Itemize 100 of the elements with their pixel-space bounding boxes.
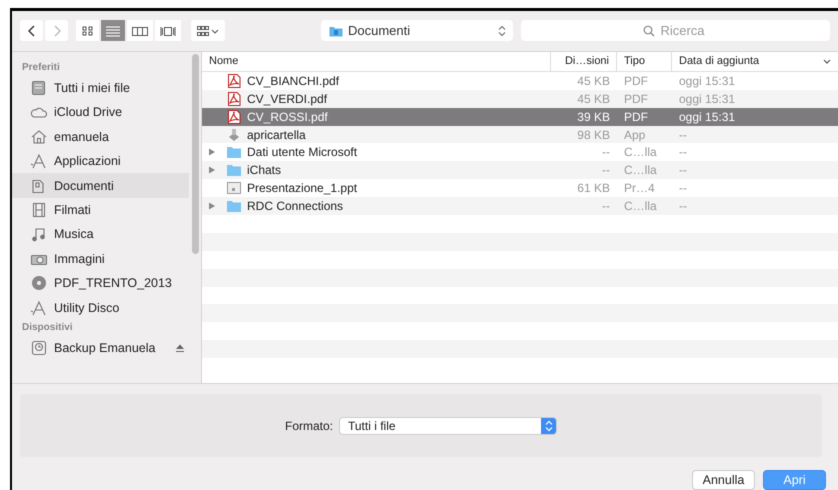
film-icon <box>30 202 48 218</box>
view-mode-button[interactable] <box>127 20 153 42</box>
file-name: RDC Connections <box>247 199 344 214</box>
column-header[interactable]: Nome <box>202 52 551 71</box>
section-header: Dispositivi <box>21 320 74 335</box>
file-row[interactable]: CV_VERDI.pdf 45 KB PDF oggi 15:31 <box>202 90 838 108</box>
date-cell-text: oggi 15:31 <box>678 110 736 124</box>
type-cell-text: App <box>623 128 646 142</box>
grid-icon <box>80 24 94 37</box>
compass-icon <box>30 300 48 316</box>
search-field[interactable]: Ricerca <box>521 20 830 42</box>
pdf-file-icon <box>226 108 242 125</box>
file-row[interactable]: apricartella 98 KB App -- <box>202 126 838 144</box>
type-cell-text: PDF <box>623 110 649 124</box>
disclosure-triangle-icon[interactable] <box>208 166 216 174</box>
file-name: iChats <box>247 163 282 178</box>
list-icon <box>105 24 121 37</box>
chevron-down-icon[interactable] <box>822 58 832 66</box>
view-mode-button[interactable] <box>101 20 125 42</box>
file-name: apricartella <box>247 128 306 142</box>
column-header[interactable]: Tipo <box>617 52 672 71</box>
house-icon <box>30 128 48 145</box>
type-cell-text: PDF <box>623 92 649 106</box>
size-cell-text: 61 KB <box>576 181 611 196</box>
format-popup[interactable]: Tutti i file <box>339 416 557 434</box>
disc-icon <box>30 275 48 292</box>
music-note-icon <box>30 226 48 242</box>
date-cell-text: oggi 15:31 <box>678 92 736 106</box>
sidebar-item[interactable]: Documenti <box>12 173 189 198</box>
date-cell-text: -- <box>678 181 688 196</box>
sidebar-item[interactable]: Backup Emanuela <box>12 336 189 360</box>
sidebar-item[interactable]: Tutti i miei file <box>12 76 189 100</box>
file-row[interactable]: CV_ROSSI.pdf 39 KB PDF oggi 15:31 <box>202 108 838 126</box>
columns-icon <box>131 24 149 37</box>
sidebar-item[interactable]: Applicazioni <box>12 149 189 174</box>
size-cell-text: -- <box>601 199 611 214</box>
file-row[interactable]: RDC Connections -- C…lla -- <box>202 197 838 216</box>
eject-icon[interactable] <box>175 342 185 353</box>
arrange-button[interactable] <box>191 20 225 42</box>
pdf-file-icon <box>226 72 242 89</box>
disclosure-triangle-icon[interactable] <box>208 202 216 210</box>
updown-arrows-icon <box>498 24 506 37</box>
cancel-button[interactable]: Annulla <box>692 470 755 490</box>
view-mode-button[interactable] <box>155 20 181 42</box>
folder-icon <box>226 162 242 178</box>
sidebar-item[interactable]: Musica <box>12 222 189 247</box>
date-cell-text: -- <box>678 163 688 178</box>
clock-icon <box>30 340 48 356</box>
cover-flow-icon <box>159 24 177 37</box>
sidebar-item[interactable]: Filmati <box>12 198 189 222</box>
type-cell-text: C…lla <box>623 199 658 214</box>
date-cell-text: -- <box>678 145 688 160</box>
size-cell-text: 45 KB <box>576 74 611 88</box>
file-row[interactable]: Dati utente Microsoft -- C…lla -- <box>202 143 838 162</box>
file-name: CV_ROSSI.pdf <box>247 110 328 124</box>
compass-icon <box>30 153 48 170</box>
view-mode-button[interactable] <box>76 20 99 42</box>
file-row[interactable]: iChats -- C…lla -- <box>202 161 838 180</box>
chevron-right-icon <box>52 24 62 38</box>
sidebar-item[interactable]: Immagini <box>12 246 189 272</box>
pdf-file-icon <box>226 90 242 107</box>
size-cell-text: 98 KB <box>576 128 611 142</box>
size-cell-text: 45 KB <box>576 92 611 106</box>
scrollbar[interactable] <box>192 54 199 254</box>
chevron-left-icon <box>26 24 36 38</box>
file-name: Dati utente Microsoft <box>247 145 358 160</box>
type-cell-text: Pr…4 <box>623 181 656 196</box>
search-icon <box>642 25 654 38</box>
back-button[interactable] <box>20 20 43 42</box>
size-cell-text: 39 KB <box>576 110 611 124</box>
type-cell-text: C…lla <box>623 163 658 178</box>
type-cell-text: PDF <box>623 74 649 88</box>
column-header[interactable]: Data di aggiunta <box>672 52 838 71</box>
file-name: CV_VERDI.pdf <box>247 92 328 106</box>
file-name: Presentazione_1.ppt <box>247 181 358 196</box>
size-cell-text: -- <box>601 145 611 160</box>
folder-icon <box>226 144 242 160</box>
disclosure-triangle-icon[interactable] <box>208 148 216 156</box>
date-cell-text: oggi 15:31 <box>678 74 736 88</box>
date-cell-text: -- <box>678 199 688 214</box>
drawer-icon <box>30 80 48 96</box>
file-name: CV_BIANCHI.pdf <box>247 74 340 88</box>
folder-icon <box>329 24 343 37</box>
sidebar-item[interactable]: emanuela <box>12 124 189 150</box>
sidebar-item[interactable]: Utility Disco <box>12 295 189 320</box>
location-popup[interactable]: Documenti <box>321 20 513 42</box>
folder-icon <box>226 198 242 214</box>
date-cell-text: -- <box>678 128 688 142</box>
file-row[interactable]: Presentazione_1.ppt 61 KB Pr…4 -- <box>202 179 838 198</box>
file-icon <box>226 180 242 196</box>
arrange-icon <box>196 24 220 37</box>
format-label: Formato: <box>284 418 333 432</box>
sidebar-item[interactable]: PDF_TRENTO_2013 <box>12 271 189 296</box>
file-row[interactable]: CV_BIANCHI.pdf 45 KB PDF oggi 15:31 <box>202 72 838 90</box>
size-cell-text: -- <box>601 163 611 178</box>
type-cell-text: C…lla <box>623 145 658 160</box>
sidebar-item[interactable]: iCloud Drive <box>12 100 189 125</box>
column-header[interactable]: Di…sioni <box>551 52 617 71</box>
section-header: Preferiti <box>21 60 61 75</box>
updown-arrows-icon <box>544 420 552 432</box>
